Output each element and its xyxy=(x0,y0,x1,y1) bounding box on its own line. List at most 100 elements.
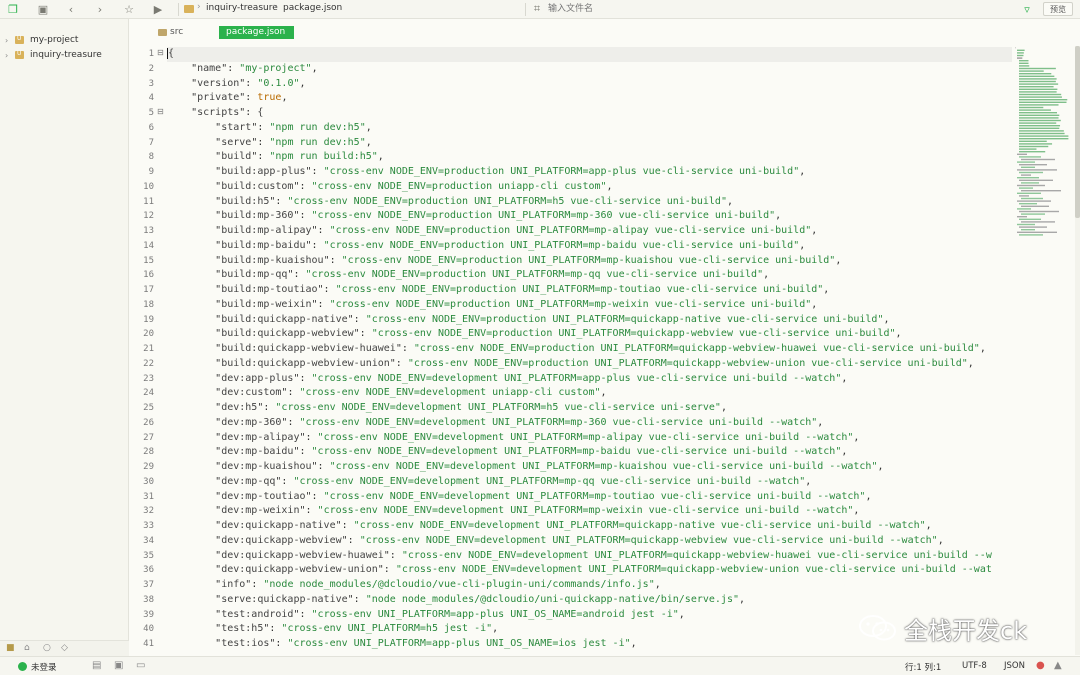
code-line[interactable]: "dev:mp-qq": "cross-env NODE_ENV=develop… xyxy=(167,475,811,490)
code-area[interactable]: { "name": "my-project", "version": "0.1.… xyxy=(167,46,1012,655)
tab-package-json[interactable]: package.json xyxy=(219,26,294,39)
forward-icon[interactable]: › xyxy=(93,2,107,16)
preview-button[interactable]: 预览 xyxy=(1043,2,1073,16)
json-string: npm run dev:h5 xyxy=(275,121,360,133)
filter-icon[interactable]: ▿ xyxy=(1020,2,1034,16)
code-line[interactable]: "dev:mp-baidu": "cross-env NODE_ENV=deve… xyxy=(167,445,847,460)
json-key: build:mp-baidu xyxy=(221,239,306,251)
cursor-position[interactable]: 行:1 列:1 xyxy=(905,661,941,673)
account-icon[interactable] xyxy=(18,662,27,671)
json-key: name xyxy=(197,62,222,74)
code-line[interactable]: "build:mp-alipay": "cross-env NODE_ENV=p… xyxy=(167,224,817,239)
login-status[interactable]: 未登录 xyxy=(31,661,57,673)
vertical-scrollbar[interactable] xyxy=(1075,46,1080,655)
star-icon[interactable]: ☆ xyxy=(122,2,136,16)
sidebar-item-my-project[interactable]: › my-project xyxy=(0,33,128,47)
code-line[interactable]: "version": "0.1.0", xyxy=(167,77,305,92)
chevron-right-icon[interactable]: › xyxy=(5,36,15,45)
code-line[interactable]: "private": true, xyxy=(167,91,287,106)
watermark: 全栈开发ck xyxy=(858,612,1027,645)
project-explorer: › my-project › inquiry-treasure xyxy=(0,19,129,656)
line-number: 14 xyxy=(143,240,154,251)
minimap[interactable] xyxy=(1012,46,1074,655)
code-line[interactable]: "build": "npm run build:h5", xyxy=(167,150,384,165)
line-number: 7 xyxy=(148,137,154,148)
code-line[interactable]: "dev:mp-weixin": "cross-env NODE_ENV=dev… xyxy=(167,504,859,519)
code-line[interactable]: "build:quickapp-webview-huawei": "cross-… xyxy=(167,342,986,357)
code-line[interactable]: "test:ios": "cross-env UNI_PLATFORM=app-… xyxy=(167,637,637,652)
json-key: build:quickapp-webview-huawei xyxy=(221,343,396,354)
tab-src[interactable]: src xyxy=(158,27,183,37)
code-line[interactable]: "build:mp-kuaishou": "cross-env NODE_ENV… xyxy=(167,254,841,269)
console-icon[interactable]: ▣ xyxy=(114,660,123,671)
code-line[interactable]: "build:custom": "cross-env NODE_ENV=prod… xyxy=(167,180,612,195)
json-key: private xyxy=(197,92,240,104)
breadcrumb-file[interactable]: package.json xyxy=(283,3,342,13)
json-string: cross-env NODE_ENV=development UNI_PLATF… xyxy=(281,402,715,413)
file-encoding[interactable]: UTF-8 xyxy=(962,661,987,671)
folder-icon[interactable]: ■ xyxy=(6,643,15,653)
terminal-icon[interactable]: ▭ xyxy=(136,660,145,671)
code-line[interactable]: "build:quickapp-webview": "cross-env NOD… xyxy=(167,327,901,342)
quote: " xyxy=(672,608,679,620)
back-icon[interactable]: ‹ xyxy=(64,2,78,16)
code-line[interactable]: "scripts": { xyxy=(167,106,263,121)
code-line[interactable]: "dev:quickapp-webview-union": "cross-env… xyxy=(167,563,992,578)
code-line[interactable]: { xyxy=(167,47,1012,62)
json-string: cross-env NODE_ENV=development UNI_PLATF… xyxy=(299,475,800,487)
code-line[interactable]: "build:mp-weixin": "cross-env NODE_ENV=p… xyxy=(167,298,817,313)
code-line[interactable]: "build:mp-baidu": "cross-env NODE_ENV=pr… xyxy=(167,239,805,254)
minimap-line xyxy=(1019,88,1058,90)
language-mode[interactable]: JSON xyxy=(1004,661,1025,671)
minimap-line xyxy=(1019,203,1037,205)
code-line[interactable]: "dev:quickapp-native": "cross-env NODE_E… xyxy=(167,519,932,534)
line-number: 11 xyxy=(143,196,154,207)
sidebar-item-inquiry-treasure[interactable]: › inquiry-treasure xyxy=(0,48,128,62)
code-line[interactable]: "start": "npm run dev:h5", xyxy=(167,121,372,136)
search-icon[interactable]: ○ xyxy=(43,643,51,653)
minimap-preview[interactable] xyxy=(1012,46,1074,655)
notification-bell-icon[interactable]: ▲ xyxy=(1054,660,1062,671)
feedback-icon[interactable]: ● xyxy=(1036,660,1045,671)
code-line[interactable]: "serve:quickapp-native": "node node_modu… xyxy=(167,593,745,608)
code-line[interactable]: "build:quickapp-native": "cross-env NODE… xyxy=(167,313,889,328)
code-line[interactable]: "test:h5": "cross-env UNI_PLATFORM=h5 je… xyxy=(167,622,498,637)
file-search-input[interactable] xyxy=(548,2,1008,16)
code-line[interactable]: "dev:mp-kuaishou": "cross-env NODE_ENV=d… xyxy=(167,460,883,475)
fold-toggle-icon[interactable]: ⊟ xyxy=(157,107,164,116)
new-file-icon[interactable]: ❐ xyxy=(6,2,20,16)
code-line[interactable]: "test:android": "cross-env UNI_PLATFORM=… xyxy=(167,608,685,623)
code-line[interactable]: "dev:quickapp-webview": "cross-env NODE_… xyxy=(167,534,944,549)
git-icon[interactable]: ◇ xyxy=(61,643,68,653)
json-key: dev:quickapp-webview-huawei xyxy=(221,549,384,561)
chevron-right-icon[interactable]: › xyxy=(5,51,15,60)
code-line[interactable]: "build:h5": "cross-env NODE_ENV=producti… xyxy=(167,195,733,210)
code-line[interactable]: "dev:mp-360": "cross-env NODE_ENV=develo… xyxy=(167,416,823,431)
code-line[interactable]: "dev:custom": "cross-env NODE_ENV=develo… xyxy=(167,386,606,401)
code-line[interactable]: "dev:app-plus": "cross-env NODE_ENV=deve… xyxy=(167,372,847,387)
breadcrumb-project[interactable]: inquiry-treasure xyxy=(206,3,278,13)
run-icon[interactable]: ▶ xyxy=(151,2,165,16)
fold-toggle-icon[interactable]: ⊟ xyxy=(157,48,164,57)
minimap-line xyxy=(1019,119,1061,122)
plugin-icon[interactable]: ⌂ xyxy=(24,643,30,653)
code-line[interactable]: "dev:mp-alipay": "cross-env NODE_ENV=dev… xyxy=(167,431,859,446)
save-icon[interactable]: ▣ xyxy=(36,2,50,16)
code-editor[interactable]: 1 ⊟ 2 3 4 5 ⊟ 6 7 8 9 10 11 12 13 14 15 16 17 18 19 20 21 22 23 2… xyxy=(130,46,1012,655)
code-line[interactable]: "dev:quickapp-webview-huawei": "cross-en… xyxy=(167,549,992,564)
panel-toggle-icon[interactable]: ▤ xyxy=(92,660,101,671)
code-line[interactable]: "build:app-plus": "cross-env NODE_ENV=pr… xyxy=(167,165,805,180)
code-line[interactable]: "name": "my-project", xyxy=(167,62,318,77)
minimap-line xyxy=(1019,112,1057,114)
code-line[interactable]: "serve": "npm run dev:h5", xyxy=(167,136,372,151)
code-line[interactable]: "info": "node node_modules/@dcloudio/vue… xyxy=(167,578,661,593)
code-line[interactable]: "dev:mp-toutiao": "cross-env NODE_ENV=de… xyxy=(167,490,871,505)
code-line[interactable]: "build:mp-toutiao": "cross-env NODE_ENV=… xyxy=(167,283,829,298)
minimap-line xyxy=(1019,99,1068,101)
code-line[interactable]: "build:quickapp-webview-union": "cross-e… xyxy=(167,357,974,372)
json-key: dev:mp-baidu xyxy=(221,446,294,458)
code-line[interactable]: "build:mp-360": "cross-env NODE_ENV=prod… xyxy=(167,209,781,224)
scrollbar-thumb[interactable] xyxy=(1075,46,1080,218)
code-line[interactable]: "dev:h5": "cross-env NODE_ENV=developmen… xyxy=(167,401,727,416)
code-line[interactable]: "build:mp-qq": "cross-env NODE_ENV=produ… xyxy=(167,268,769,283)
